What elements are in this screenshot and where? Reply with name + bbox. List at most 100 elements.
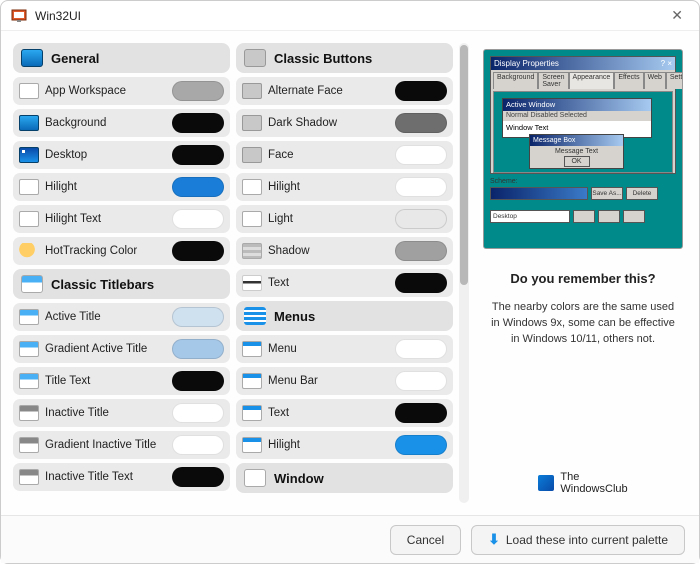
brand-icon — [538, 475, 554, 491]
row-label: Hilight — [268, 181, 389, 193]
sidebar-right: Display Properties? × BackgroundScreen S… — [475, 43, 687, 503]
scrollbar[interactable] — [459, 43, 469, 503]
color-swatch[interactable] — [395, 209, 447, 229]
color-swatch[interactable] — [172, 403, 224, 423]
scrollbar-thumb[interactable] — [460, 45, 468, 285]
row-label: Menu Bar — [268, 375, 389, 387]
color-row[interactable]: Title Text — [13, 367, 230, 395]
section-header: Window — [236, 463, 453, 493]
color-row[interactable]: Shadow — [236, 237, 453, 265]
color-row[interactable]: Light — [236, 205, 453, 233]
color-row[interactable]: Inactive Title Text — [13, 463, 230, 491]
color-row[interactable]: Gradient Inactive Title — [13, 431, 230, 459]
preview-tabs: BackgroundScreen SaverAppearanceEffectsW… — [491, 70, 675, 89]
color-swatch[interactable] — [172, 209, 224, 229]
row-label: Hilight — [268, 439, 389, 451]
color-swatch[interactable] — [395, 435, 447, 455]
row-icon — [19, 469, 39, 485]
color-row[interactable]: Inactive Title — [13, 399, 230, 427]
color-row[interactable]: Menu Bar — [236, 367, 453, 395]
section-title: Classic Buttons — [274, 51, 372, 66]
row-label: Face — [268, 149, 389, 161]
color-swatch[interactable] — [395, 241, 447, 261]
color-swatch[interactable] — [395, 81, 447, 101]
color-row[interactable]: App Workspace — [13, 77, 230, 105]
color-row[interactable]: Text — [236, 269, 453, 297]
row-icon — [19, 83, 39, 99]
color-swatch[interactable] — [172, 371, 224, 391]
section-title: Menus — [274, 309, 315, 324]
color-row[interactable]: Active Title — [13, 303, 230, 331]
row-icon — [19, 341, 39, 357]
row-icon — [19, 243, 39, 259]
row-icon — [19, 211, 39, 227]
color-swatch[interactable] — [172, 81, 224, 101]
preview-msg-title: Message Box — [530, 135, 623, 146]
color-row[interactable]: Alternate Face — [236, 77, 453, 105]
row-label: Text — [268, 277, 389, 289]
color-swatch[interactable] — [395, 177, 447, 197]
color-swatch[interactable] — [395, 113, 447, 133]
row-icon — [242, 373, 262, 389]
color-swatch[interactable] — [172, 113, 224, 133]
row-label: Light — [268, 213, 389, 225]
preview-scheme-dd — [490, 187, 588, 200]
row-label: Alternate Face — [268, 85, 389, 97]
preview-image: Display Properties? × BackgroundScreen S… — [483, 49, 683, 249]
load-button[interactable]: ⬇ Load these into current palette — [471, 525, 685, 555]
remember-desc: The nearby colors are the same used in W… — [483, 300, 683, 348]
section-header: Menus — [236, 301, 453, 331]
footer: Cancel ⬇ Load these into current palette — [1, 515, 699, 563]
column-right: Classic Buttons Alternate Face Dark Shadow… — [236, 43, 453, 503]
row-icon — [242, 179, 262, 195]
color-swatch[interactable] — [172, 339, 224, 359]
row-label: Background — [45, 117, 166, 129]
row-icon — [242, 341, 262, 357]
color-swatch[interactable] — [395, 371, 447, 391]
color-row[interactable]: Hilight Text — [13, 205, 230, 233]
row-icon — [242, 243, 262, 259]
preview-delete: Delete — [626, 187, 658, 200]
row-icon — [19, 373, 39, 389]
color-row[interactable]: Gradient Active Title — [13, 335, 230, 363]
color-row[interactable]: Hilight — [236, 431, 453, 459]
brand: The WindowsClub — [538, 471, 627, 495]
row-label: Title Text — [45, 375, 166, 387]
color-swatch[interactable] — [172, 435, 224, 455]
color-row[interactable]: Face — [236, 141, 453, 169]
columns: GeneralApp WorkspaceBackgroundDesktopHil… — [13, 43, 469, 503]
color-swatch[interactable] — [172, 145, 224, 165]
color-row[interactable]: HotTracking Color — [13, 237, 230, 265]
color-row[interactable]: Background — [13, 109, 230, 137]
color-row[interactable]: Desktop — [13, 141, 230, 169]
row-icon — [19, 147, 39, 163]
row-icon — [242, 115, 262, 131]
column-left: GeneralApp WorkspaceBackgroundDesktopHil… — [13, 43, 230, 503]
color-swatch[interactable] — [172, 307, 224, 327]
color-swatch[interactable] — [395, 403, 447, 423]
row-label: Gradient Inactive Title — [45, 439, 166, 451]
color-swatch[interactable] — [172, 177, 224, 197]
color-row[interactable]: Dark Shadow — [236, 109, 453, 137]
color-row[interactable]: Menu — [236, 335, 453, 363]
cancel-button[interactable]: Cancel — [390, 525, 461, 555]
color-row[interactable]: Text — [236, 399, 453, 427]
color-swatch[interactable] — [395, 145, 447, 165]
row-label: Shadow — [268, 245, 389, 257]
remember-heading: Do you remember this? — [510, 271, 655, 286]
arrow-down-icon: ⬇ — [488, 531, 500, 548]
row-icon — [242, 147, 262, 163]
color-swatch[interactable] — [172, 241, 224, 261]
app-window: Win32UI ✕ GeneralApp WorkspaceBackground… — [0, 0, 700, 564]
color-swatch[interactable] — [395, 273, 447, 293]
color-row[interactable]: Hilight — [13, 173, 230, 201]
close-button[interactable]: ✕ — [665, 7, 689, 24]
section-icon — [21, 49, 43, 67]
color-swatch[interactable] — [172, 467, 224, 487]
color-swatch[interactable] — [395, 339, 447, 359]
color-row[interactable]: Hilight — [236, 173, 453, 201]
row-label: Desktop — [45, 149, 166, 161]
row-icon — [19, 115, 39, 131]
brand-line2: WindowsClub — [560, 483, 627, 495]
section-icon — [244, 307, 266, 325]
